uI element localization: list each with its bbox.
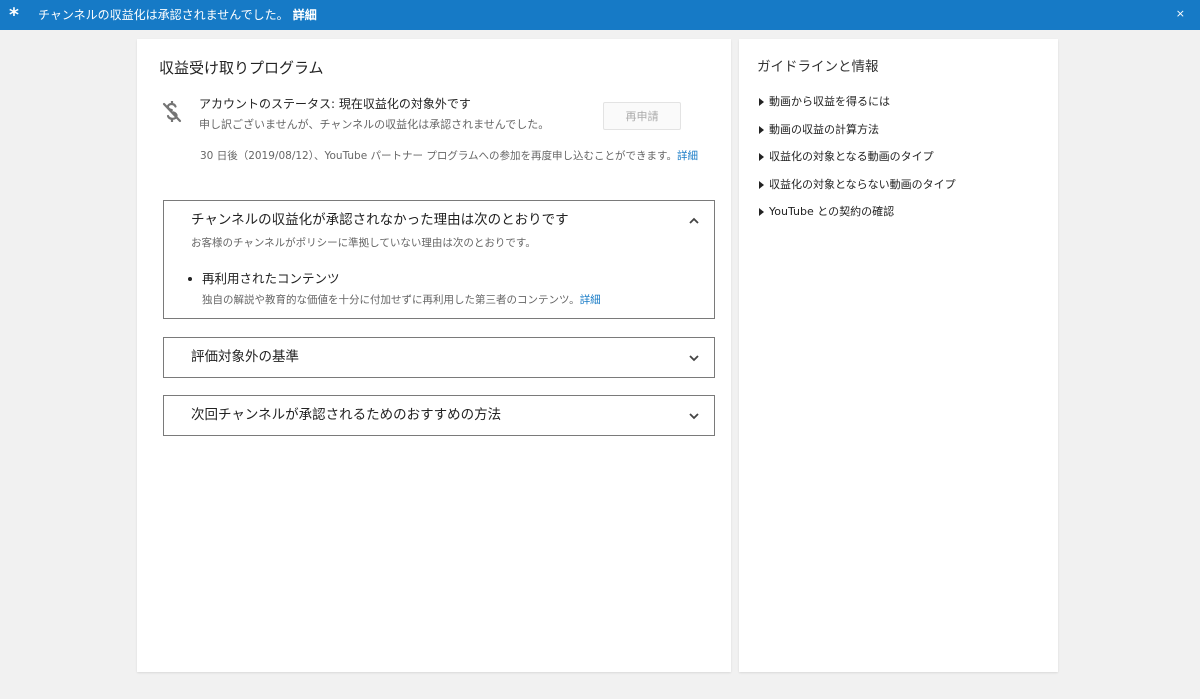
guideline-item-label: 収益化の対象とならない動画のタイプ	[769, 177, 956, 191]
reapply-details-link[interactable]: 詳細	[677, 150, 698, 162]
ineligible-criteria-panel[interactable]: 評価対象外の基準	[163, 337, 715, 378]
triangle-right-icon	[759, 208, 764, 216]
reason-title: 再利用されたコンテンツ	[202, 271, 340, 286]
banner-message-text: チャンネルの収益化は承認されませんでした。	[38, 8, 289, 22]
guideline-item-label: 動画の収益の計算方法	[769, 122, 879, 136]
guideline-item[interactable]: 動画の収益の計算方法	[759, 123, 956, 151]
chevron-down-icon[interactable]	[688, 352, 700, 364]
guidelines-title: ガイドラインと情報	[757, 59, 879, 75]
panel-title[interactable]: チャンネルの収益化が承認されなかった理由は次のとおりです	[191, 212, 569, 228]
panel-title[interactable]: 評価対象外の基準	[191, 349, 299, 365]
dollar-off-icon	[162, 101, 182, 123]
triangle-right-icon	[759, 125, 764, 134]
reapply-note: 30 日後（2019/08/12）、YouTube パートナー プログラムへの参…	[200, 150, 698, 163]
guideline-item-label: YouTube との契約の確認	[769, 205, 895, 218]
guideline-item[interactable]: 動画から収益を得るには	[759, 95, 956, 123]
rejection-reasons-panel: チャンネルの収益化が承認されなかった理由は次のとおりです お客様のチャンネルがポ…	[163, 200, 715, 319]
account-status-description: 申し訳ございませんが、チャンネルの収益化は承認されませんでした。	[199, 118, 550, 131]
reapply-note-text: 30 日後（2019/08/12）、YouTube パートナー プログラムへの参…	[200, 150, 677, 162]
guidelines-list: 動画から収益を得るには 動画の収益の計算方法 収益化の対象となる動画のタイプ 収…	[759, 95, 956, 233]
close-icon[interactable]: ×	[1176, 7, 1185, 21]
panel-title[interactable]: 次回チャンネルが承認されるためのおすすめの方法	[191, 407, 501, 423]
account-status-title: アカウントのステータス: 現在収益化の対象外です	[199, 97, 471, 111]
guidelines-card: ガイドラインと情報 動画から収益を得るには 動画の収益の計算方法 収益化の対象と…	[739, 39, 1058, 672]
recommendations-panel[interactable]: 次回チャンネルが承認されるためのおすすめの方法	[163, 395, 715, 436]
guideline-item-label: 収益化の対象となる動画のタイプ	[769, 150, 934, 163]
page-title: 収益受け取りプログラム	[159, 59, 324, 77]
triangle-right-icon	[759, 98, 764, 106]
monetization-card: 収益受け取りプログラム アカウントのステータス: 現在収益化の対象外です 申し訳…	[137, 39, 731, 672]
guideline-item[interactable]: YouTube との契約の確認	[759, 205, 956, 233]
reason-description-text: 独自の解説や教育的な価値を十分に付加せずに再利用した第三者のコンテンツ。	[202, 294, 580, 306]
chevron-down-icon[interactable]	[688, 410, 700, 422]
bullet-icon	[188, 277, 192, 281]
banner-message: チャンネルの収益化は承認されませんでした。 詳細	[38, 8, 317, 22]
chevron-up-icon[interactable]	[688, 215, 700, 227]
triangle-right-icon	[759, 180, 764, 189]
triangle-right-icon	[759, 153, 764, 161]
guideline-item[interactable]: 収益化の対象とならない動画のタイプ	[759, 178, 956, 206]
notification-banner: * チャンネルの収益化は承認されませんでした。 詳細 ×	[0, 0, 1200, 30]
asterisk-icon: *	[9, 4, 19, 26]
reason-details-link[interactable]: 詳細	[580, 294, 601, 306]
guideline-item-label: 動画から収益を得るには	[769, 95, 890, 108]
panel-subtitle: お客様のチャンネルがポリシーに準拠していない理由は次のとおりです。	[191, 237, 536, 249]
reason-description: 独自の解説や教育的な価値を十分に付加せずに再利用した第三者のコンテンツ。詳細	[202, 294, 601, 307]
banner-details-link[interactable]: 詳細	[293, 8, 317, 22]
reapply-button[interactable]: 再申請	[603, 102, 681, 130]
guideline-item[interactable]: 収益化の対象となる動画のタイプ	[759, 150, 956, 178]
